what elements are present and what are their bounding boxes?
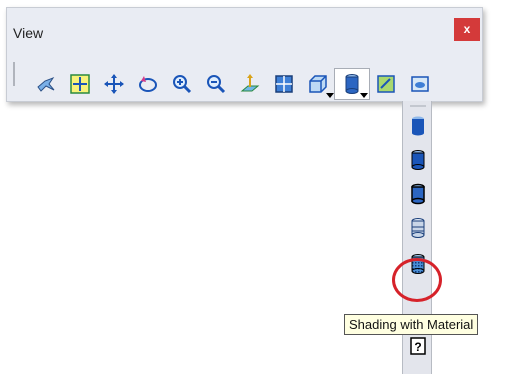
rotate-button[interactable] [131,69,165,99]
view-toolbar [29,68,437,100]
shading-with-edges-without-smooth-icon [411,183,425,205]
shading-with-edges-without-smooth-button[interactable] [406,181,430,207]
view-mode-icon [345,74,359,94]
tooltip: Shading with Material [344,314,479,335]
quick-view-button[interactable] [301,69,335,99]
zoom-in-icon [173,75,192,94]
fly-mode-icon [37,76,55,92]
zoom-out-button[interactable] [199,69,233,99]
customize-view-icon: ? [410,337,426,355]
shading-button[interactable] [406,113,430,139]
multi-view-icon [275,75,293,93]
wireframe-button[interactable] [406,215,430,241]
highlight-circle [392,258,442,302]
wireframe-icon [411,218,425,238]
view-mode-button[interactable] [334,68,370,100]
shading-with-edges-icon [411,150,425,170]
pan-button[interactable] [97,69,131,99]
quick-view-dropdown-arrow[interactable] [326,93,334,98]
pan-icon [104,74,124,94]
swap-visible-space-icon [411,76,429,92]
zoom-out-icon [207,75,226,94]
quick-view-icon [309,75,327,93]
window-title: View [13,25,44,41]
zoom-in-button[interactable] [165,69,199,99]
hide-show-button[interactable] [369,69,403,99]
shading-with-edges-button[interactable] [406,147,430,173]
fit-all-in-button[interactable] [63,69,97,99]
view-toolbar-window: View x [6,7,483,102]
flyout-grip[interactable] [410,105,426,107]
fly-mode-button[interactable] [29,69,63,99]
toolbar-grip[interactable] [13,62,15,86]
shading-icon [412,116,424,136]
swap-visible-space-button[interactable] [403,69,437,99]
normal-view-icon [240,74,260,92]
multi-view-button[interactable] [267,69,301,99]
fit-all-in-icon [70,74,90,94]
customize-view-button[interactable]: ? [406,333,430,359]
close-button[interactable]: x [454,18,480,41]
hide-show-icon [377,75,395,93]
svg-text:?: ? [414,340,421,354]
rotate-icon [139,76,157,92]
normal-view-button[interactable] [233,69,267,99]
view-mode-dropdown-arrow[interactable] [360,93,368,98]
